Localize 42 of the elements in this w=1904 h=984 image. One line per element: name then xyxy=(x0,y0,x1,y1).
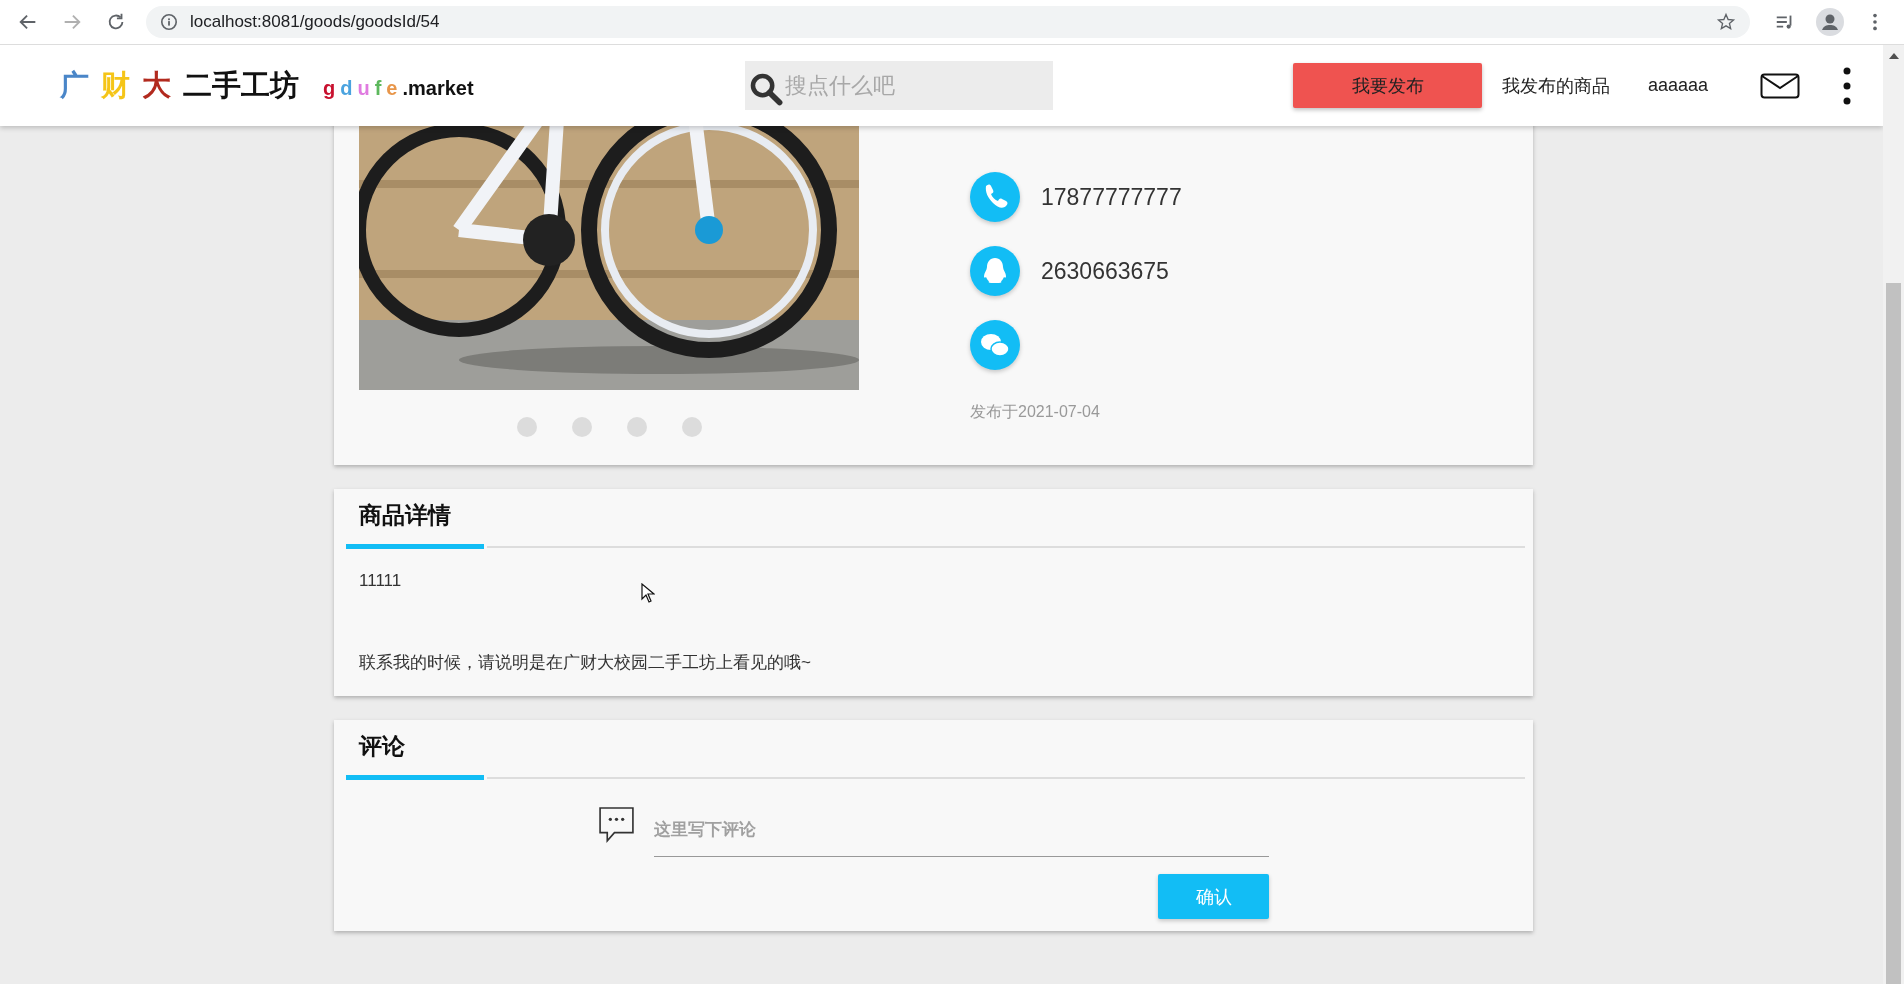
comment-field[interactable]: 这里写下评论 xyxy=(654,810,1269,857)
scrollbar-thumb[interactable] xyxy=(1886,283,1901,984)
logo-letter: e xyxy=(386,76,398,100)
contact-text: 17877777777 xyxy=(1041,183,1182,211)
nav-link[interactable]: 我发布的商品 xyxy=(1502,73,1610,98)
description-text: 11111 xyxy=(359,571,402,591)
section-title: 评论 xyxy=(346,720,484,780)
star-icon[interactable] xyxy=(1716,12,1736,32)
carousel-dot[interactable] xyxy=(571,417,592,437)
search-input[interactable]: 搜点什么吧 xyxy=(785,65,1045,106)
notice-text: 联系我的时候，请说明是在广财大校园二手工坊上看见的哦~ xyxy=(359,652,811,674)
profile-avatar-icon[interactable] xyxy=(1816,8,1844,36)
section-title: 商品详情 xyxy=(346,489,484,549)
phone-icon xyxy=(970,172,1020,222)
url-text: localhost:8081/goods/goodsId/54 xyxy=(190,12,440,32)
mail-icon[interactable] xyxy=(1760,72,1801,99)
logo-text[interactable]: 大 xyxy=(142,65,171,106)
search-icon[interactable] xyxy=(749,71,783,106)
cursor-icon xyxy=(641,583,655,603)
penguin-icon xyxy=(970,246,1020,296)
chat-bubbles-icon xyxy=(970,320,1020,370)
address-bar[interactable]: localhost:8081/goods/goodsId/54 xyxy=(146,6,1750,38)
carousel-dot[interactable] xyxy=(516,417,537,437)
publish-date: 发布于2021-07-04 xyxy=(970,402,1101,422)
contact-text: 2630663675 xyxy=(1041,257,1169,285)
more-icon[interactable] xyxy=(1842,65,1853,106)
logo-suffix: .market xyxy=(402,76,474,100)
info-icon xyxy=(160,13,178,31)
nav-link[interactable]: aaaaaa xyxy=(1648,75,1709,96)
scroll-up-icon[interactable] xyxy=(1888,53,1899,59)
search-field[interactable]: 搜点什么吧 xyxy=(745,61,1053,110)
carousel-dot[interactable] xyxy=(626,417,647,437)
logo-text[interactable]: 二手工坊 xyxy=(183,65,299,106)
scrollbar[interactable] xyxy=(1883,45,1904,984)
logo-letter: g xyxy=(323,76,336,100)
logo-letter: d xyxy=(340,76,353,100)
logo-letter: u xyxy=(357,76,370,100)
publish-button[interactable]: 我要发布 xyxy=(1293,63,1482,108)
logo-letter: f xyxy=(374,76,382,100)
logo-text[interactable]: 广 xyxy=(60,65,89,106)
comment-icon xyxy=(598,806,635,845)
carousel-dot[interactable] xyxy=(681,417,702,437)
